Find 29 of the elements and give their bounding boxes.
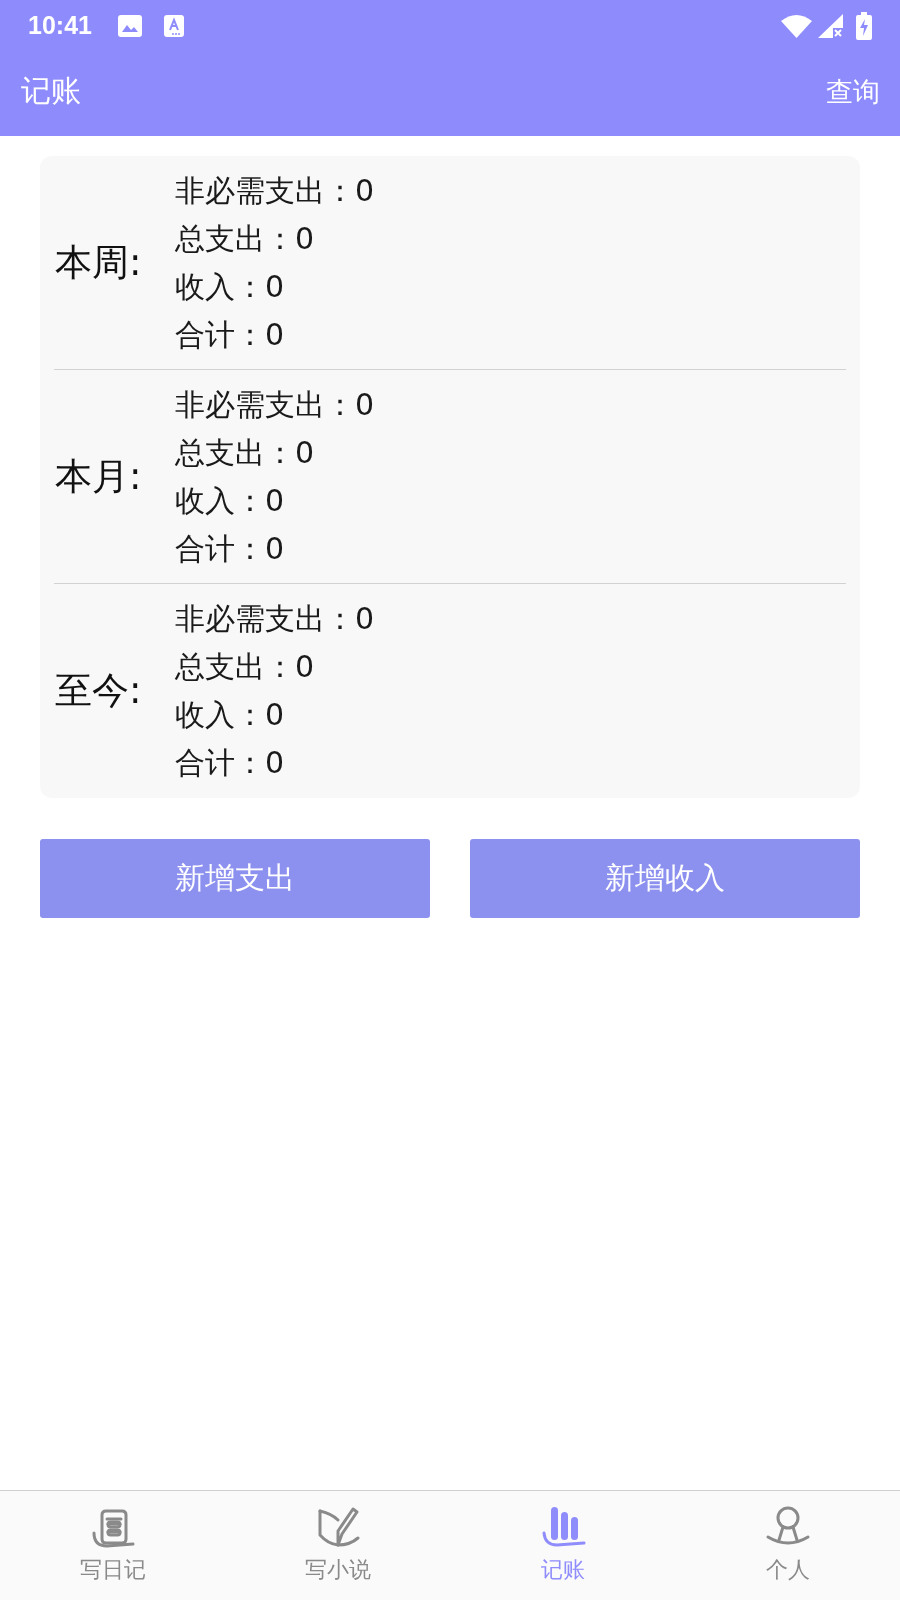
notification-icon	[163, 14, 184, 37]
image-icon	[117, 14, 142, 37]
nav-tab[interactable]: 个人	[675, 1491, 900, 1600]
summary-line: 收入：0	[175, 481, 286, 520]
nav-tab[interactable]: 写小说	[225, 1491, 450, 1600]
add-entry-button[interactable]: 新增支出	[40, 839, 430, 918]
signal-icon	[818, 13, 843, 38]
wifi-icon	[781, 13, 812, 38]
status-time: 10:41	[28, 11, 92, 40]
summary-line: 非必需支出：0	[175, 385, 375, 424]
app-bar-title: 记账	[21, 72, 81, 110]
summary-line: 总支出：0	[175, 219, 316, 258]
summary-line: 非必需支出：0	[175, 600, 375, 638]
summary-line: 合计：0	[175, 315, 286, 354]
nav-tab[interactable]: 记账	[450, 1491, 675, 1600]
period-label: 本月:	[55, 453, 143, 500]
add-entry-button[interactable]: 新增收入	[470, 839, 860, 918]
period-label: 本周:	[55, 239, 143, 286]
summary-line: 合计：0	[175, 529, 286, 568]
query-button[interactable]: 查询	[826, 73, 880, 110]
period-label: 至今:	[55, 668, 143, 714]
summary-line: 合计：0	[175, 744, 286, 782]
battery-charging-icon	[856, 11, 872, 40]
summary-line: 收入：0	[175, 267, 286, 306]
summary-line: 总支出：0	[175, 648, 316, 686]
summary-line: 非必需支出：0	[175, 171, 375, 210]
summary-line: 总支出：0	[175, 433, 316, 472]
nav-tab[interactable]: 写日记	[0, 1491, 225, 1600]
summary-line: 收入：0	[175, 696, 286, 734]
